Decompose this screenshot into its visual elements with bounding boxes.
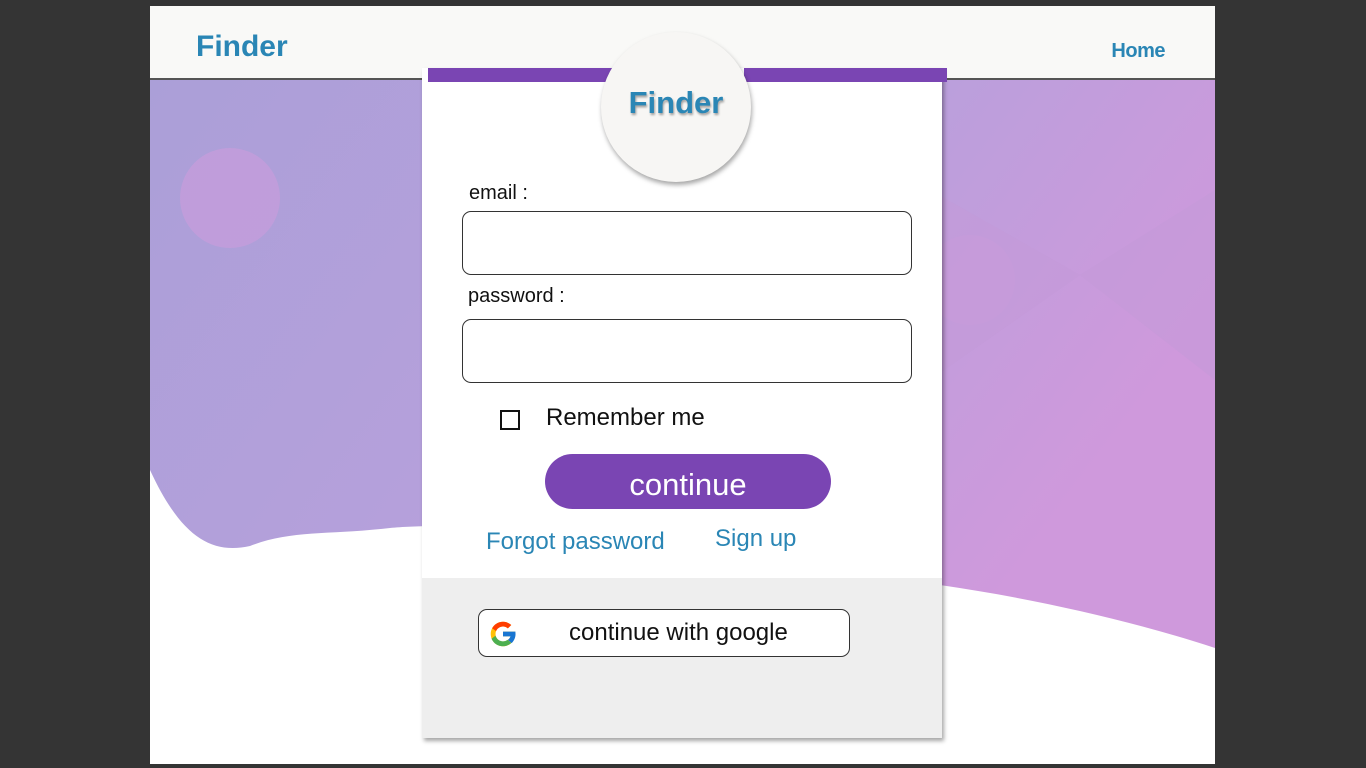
password-label: password : bbox=[468, 285, 565, 307]
logo-text: Finder bbox=[628, 85, 724, 120]
google-button-label: continue with google bbox=[569, 619, 788, 646]
social-login-panel: continue with google bbox=[422, 578, 942, 738]
logo-badge: Finder bbox=[601, 32, 751, 182]
home-link[interactable]: Home bbox=[1111, 40, 1165, 63]
remember-me-label: Remember me bbox=[546, 404, 705, 431]
email-field[interactable] bbox=[462, 211, 912, 275]
continue-button[interactable]: continue bbox=[545, 454, 831, 509]
card-accent-bar-left bbox=[428, 68, 612, 82]
login-card: Finder email : password : Remember me co… bbox=[422, 32, 947, 738]
continue-with-google-button[interactable]: continue with google bbox=[478, 609, 850, 657]
email-label: email : bbox=[469, 182, 528, 204]
remember-me-checkbox[interactable] bbox=[500, 410, 520, 430]
password-field[interactable] bbox=[462, 319, 912, 383]
forgot-password-link[interactable]: Forgot password bbox=[486, 528, 665, 556]
google-g-icon bbox=[490, 621, 517, 647]
brand-title: Finder bbox=[196, 30, 288, 63]
card-accent-bar-right bbox=[744, 68, 947, 82]
sign-up-link[interactable]: Sign up bbox=[715, 525, 796, 553]
app-frame: Finder Home Finder email : password : Re… bbox=[150, 6, 1215, 764]
